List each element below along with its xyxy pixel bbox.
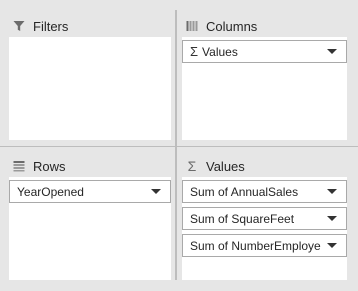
chevron-down-icon[interactable] [151, 189, 161, 194]
rows-field-yearopened[interactable]: YearOpened [9, 180, 171, 203]
rows-title: Rows [33, 158, 66, 174]
columns-pane: Columns Σ Values [182, 10, 347, 140]
values-field-annualsales[interactable]: Sum of AnnualSales [182, 180, 347, 203]
field-label: Sum of NumberEmployees [190, 238, 321, 253]
values-field-squarefeet[interactable]: Sum of SquareFeet [182, 207, 347, 230]
rows-pane: Rows YearOpened [9, 150, 171, 280]
field-label: Values [202, 44, 238, 59]
horizontal-divider[interactable] [0, 146, 358, 147]
sigma-icon: Σ [190, 44, 199, 59]
vertical-divider[interactable] [175, 10, 177, 280]
values-title: Values [206, 158, 245, 174]
values-field-numberemployees[interactable]: Sum of NumberEmployees [182, 234, 347, 257]
columns-icon [185, 19, 199, 33]
values-drop-area[interactable]: Sum of AnnualSales Sum of SquareFeet Sum… [182, 177, 347, 280]
chevron-down-icon[interactable] [327, 189, 337, 194]
filters-title: Filters [33, 18, 69, 34]
filter-icon [12, 19, 26, 33]
field-label: Sum of AnnualSales [190, 184, 299, 199]
chevron-down-icon[interactable] [327, 49, 337, 54]
columns-drop-area[interactable]: Σ Values [182, 37, 347, 140]
filters-drop-area[interactable] [9, 37, 171, 140]
rows-icon [12, 159, 26, 173]
field-label: YearOpened [17, 184, 84, 199]
columns-field-values[interactable]: Σ Values [182, 40, 347, 63]
sigma-icon: Σ [187, 158, 197, 174]
chevron-down-icon[interactable] [327, 243, 337, 248]
filters-pane: Filters [9, 10, 171, 140]
field-label: Sum of SquareFeet [190, 211, 295, 226]
values-pane: Σ Values Sum of AnnualSales Sum of Squar… [182, 150, 347, 280]
columns-title: Columns [206, 18, 258, 34]
chevron-down-icon[interactable] [327, 216, 337, 221]
rows-drop-area[interactable]: YearOpened [9, 177, 171, 280]
